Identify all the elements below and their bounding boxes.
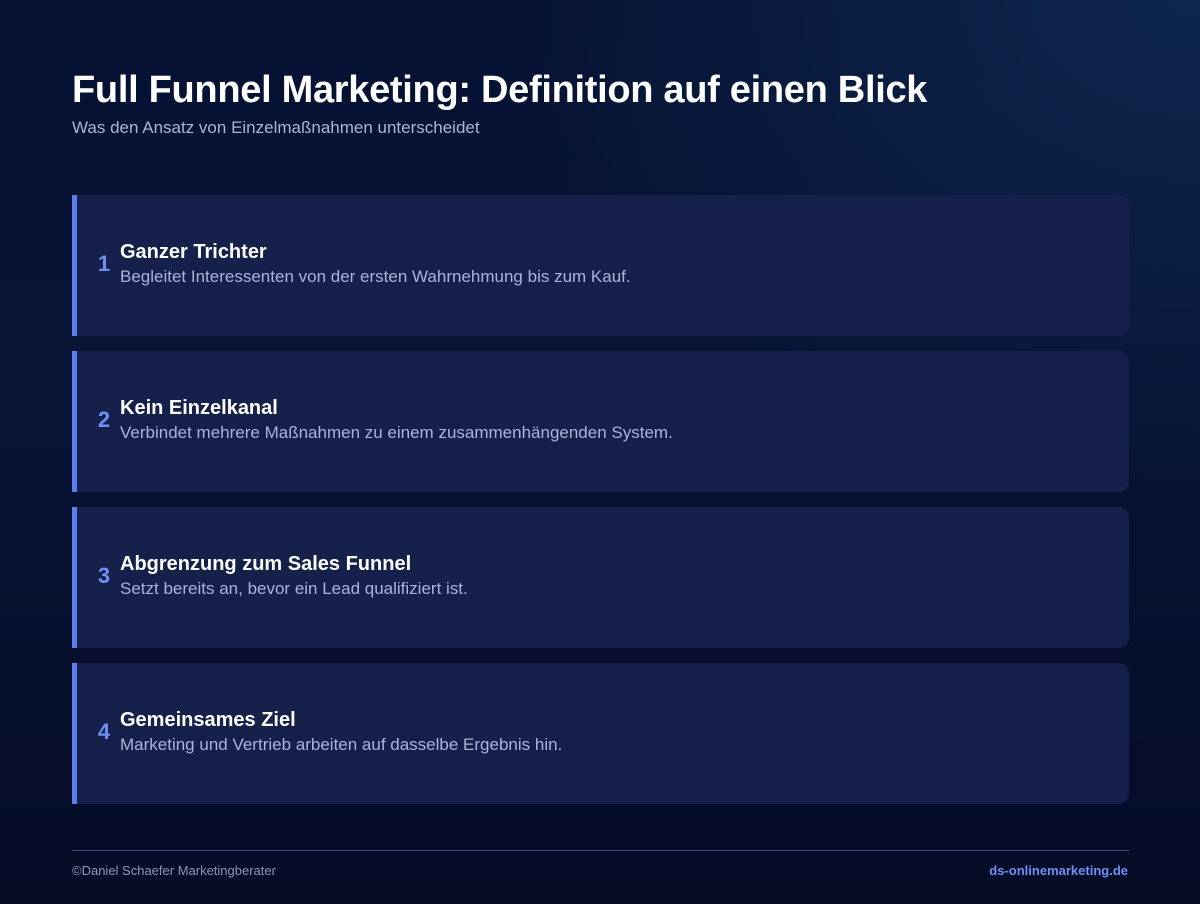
footer-site-link[interactable]: ds-onlinemarketing.de <box>989 862 1128 879</box>
card-text: Setzt bereits an, bevor ein Lead qualifi… <box>120 579 468 598</box>
definition-card-3: 3 Abgrenzung zum Sales Funnel Setzt bere… <box>72 507 1129 648</box>
card-text: Begleitet Interessenten von der ersten W… <box>120 267 631 286</box>
footer-divider <box>72 850 1129 851</box>
definition-card-4: 4 Gemeinsames Ziel Marketing und Vertrie… <box>72 663 1129 804</box>
card-number: 1 <box>97 251 111 276</box>
page-subtitle: Was den Ansatz von Einzelmaßnahmen unter… <box>72 118 480 137</box>
definition-list: 1 Ganzer Trichter Begleitet Interessente… <box>72 195 1129 819</box>
page-header: Full Funnel Marketing: Definition auf ei… <box>72 66 1128 139</box>
definition-card-2: 2 Kein Einzelkanal Verbindet mehrere Maß… <box>72 351 1129 492</box>
card-number: 3 <box>97 563 111 588</box>
card-title: Kein Einzelkanal <box>120 397 278 419</box>
definition-card-1: 1 Ganzer Trichter Begleitet Interessente… <box>72 195 1129 336</box>
card-title: Abgrenzung zum Sales Funnel <box>120 553 412 575</box>
page-title: Full Funnel Marketing: Definition auf ei… <box>72 69 928 111</box>
card-text: Verbindet mehrere Maßnahmen zu einem zus… <box>120 423 673 442</box>
card-title: Ganzer Trichter <box>120 241 267 263</box>
card-number: 2 <box>97 407 111 432</box>
card-text: Marketing und Vertrieb arbeiten auf dass… <box>120 735 563 754</box>
footer-copyright: ©Daniel Schaefer Marketingberater <box>72 863 276 878</box>
card-number: 4 <box>97 719 111 744</box>
card-title: Gemeinsames Ziel <box>120 709 296 731</box>
